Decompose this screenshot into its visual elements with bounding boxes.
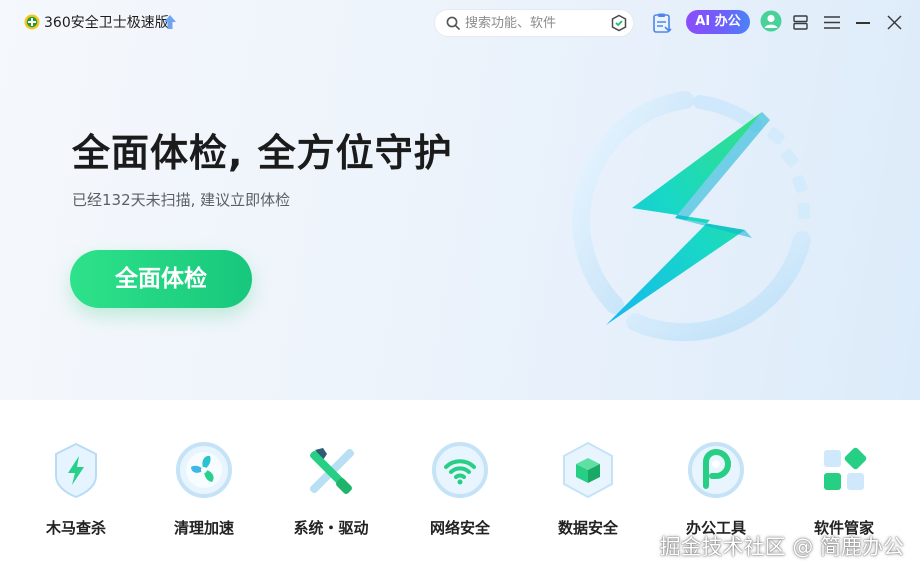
- security-shield-icon[interactable]: [610, 14, 628, 32]
- full-scan-button[interactable]: 全面体检: [70, 250, 252, 308]
- tool-office[interactable]: 办公工具: [661, 440, 771, 540]
- tool-trojan-scan[interactable]: 木马查杀: [21, 440, 131, 540]
- tool-software-manager[interactable]: 软件管家: [789, 440, 899, 540]
- scan-status-text: 已经132天未扫描, 建议立即体检: [72, 191, 291, 209]
- tool-label: 网络安全: [429, 519, 490, 537]
- tool-label: 数据安全: [557, 519, 618, 537]
- office-p-icon: [688, 442, 744, 498]
- search-icon: [446, 16, 460, 30]
- app-window: 360安全卫士极速版 搜索功能、软件 AI 办公 全面体检, 全方位守护 已经1…: [0, 0, 920, 580]
- wifi-icon: [432, 442, 488, 498]
- tool-label: 木马查杀: [45, 519, 106, 537]
- close-icon[interactable]: [887, 15, 902, 30]
- title-bar: 360安全卫士极速版 搜索功能、软件 AI 办公: [0, 0, 920, 46]
- tool-network-security[interactable]: 网络安全: [405, 440, 515, 540]
- system-tools-icon: [309, 448, 355, 494]
- watermark-text: 掘金技术社区 @ 简鹿办公: [659, 535, 904, 559]
- search-input[interactable]: [465, 13, 605, 33]
- task-clipboard-icon[interactable]: [651, 12, 673, 34]
- user-avatar-icon[interactable]: [760, 10, 782, 32]
- minimize-icon[interactable]: [856, 22, 870, 24]
- hero-panel: 360安全卫士极速版 搜索功能、软件 AI 办公 全面体检, 全方位守护 已经1…: [0, 0, 920, 400]
- trojan-shield-icon: [55, 442, 97, 499]
- tool-label: 清理加速: [173, 519, 234, 537]
- tool-data-security[interactable]: 数据安全: [533, 440, 643, 540]
- ai-office-button[interactable]: AI 办公: [686, 10, 750, 34]
- cleanup-fan-icon: [176, 442, 232, 498]
- data-cube-icon: [563, 441, 613, 499]
- tool-system-driver[interactable]: 系统・驱动: [276, 440, 386, 540]
- tool-label: 系统・驱动: [293, 519, 369, 537]
- skin-icon[interactable]: [793, 15, 808, 30]
- hero-headline: 全面体检, 全方位守护: [72, 131, 453, 175]
- app-logo-icon: [24, 14, 40, 30]
- lightning-ring-icon: [572, 91, 811, 342]
- search-box[interactable]: [434, 9, 634, 37]
- app-title: 360安全卫士极速版: [44, 15, 169, 31]
- software-grid-icon: [824, 447, 867, 490]
- upgrade-arrow-icon[interactable]: [163, 14, 177, 30]
- tool-cleanup[interactable]: 清理加速: [149, 440, 259, 540]
- menu-icon[interactable]: [824, 16, 840, 29]
